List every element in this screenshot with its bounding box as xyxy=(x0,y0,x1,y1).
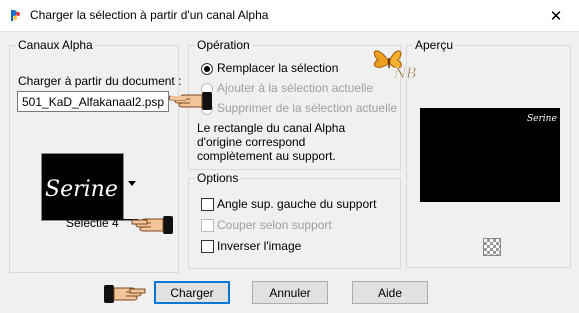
cancel-button-label: Annuler xyxy=(269,285,311,300)
checkbox-top-left-corner-label: Angle sup. gauche du support xyxy=(217,197,377,211)
swatch-text: Serine xyxy=(45,177,118,202)
checkbox-clip-to-canvas-label: Couper selon support xyxy=(217,218,332,232)
alpha-channels-legend: Canaux Alpha xyxy=(16,38,95,52)
help-button[interactable]: Aide xyxy=(352,281,428,304)
options-legend: Options xyxy=(195,171,241,185)
close-icon: ✕ xyxy=(549,7,563,25)
pointing-hand-icon-load xyxy=(104,285,146,303)
operation-description-line-1: Le rectangle du canal Alpha xyxy=(197,121,346,135)
checkbox-clip-to-canvas[interactable] xyxy=(201,219,214,232)
document-select[interactable]: 501_KaD_Alfakanaal2.psp xyxy=(17,91,169,112)
pointing-hand-icon-channel xyxy=(131,216,173,234)
close-button[interactable]: ✕ xyxy=(533,0,579,31)
preview-image: Serine xyxy=(420,108,560,202)
document-label: Charger à partir du document : xyxy=(18,74,182,88)
pointing-hand-icon-document xyxy=(169,92,212,110)
radio-subtract-label: Supprimer de la sélection actuelle xyxy=(217,101,398,115)
load-button-label: Charger xyxy=(170,285,214,300)
paintshop-app-icon xyxy=(9,8,23,22)
help-button-label: Aide xyxy=(377,285,403,300)
checkbox-invert-label: Inverser l'image xyxy=(217,239,302,253)
title-bar: Charger la sélection à partir d'un canal… xyxy=(0,0,579,31)
operation-description-line-3: complètement au support. xyxy=(197,149,336,163)
channel-thumbnail: Serine xyxy=(45,177,118,202)
channel-name: Selectie 4 xyxy=(66,216,119,230)
operation-description-line-2: d'origine correspond xyxy=(197,135,306,149)
transparency-icon[interactable] xyxy=(483,238,501,256)
channel-dropdown-arrow[interactable] xyxy=(123,153,139,219)
cancel-button[interactable]: Annuler xyxy=(252,281,328,304)
document-select-value: 501_KaD_Alfakanaal2.psp xyxy=(22,95,165,109)
radio-add-label: Ajouter à la sélection actuelle xyxy=(217,81,374,95)
window-title: Charger la sélection à partir d'un canal… xyxy=(30,8,269,22)
preview-text: Serine xyxy=(527,114,557,124)
radio-replace[interactable] xyxy=(201,63,213,75)
load-button[interactable]: Charger xyxy=(154,281,230,304)
radio-replace-label: Remplacer la sélection xyxy=(217,61,339,75)
checkbox-top-left-corner[interactable] xyxy=(201,198,214,211)
watermark-text: NB xyxy=(393,66,417,82)
dialog-body: Canaux Alpha Charger à partir du documen… xyxy=(0,31,579,313)
preview-canvas: Serine xyxy=(527,114,557,124)
checkbox-invert[interactable] xyxy=(201,240,214,253)
operation-legend: Opération xyxy=(195,38,252,52)
butterfly-watermark-icon: NB xyxy=(373,50,417,82)
